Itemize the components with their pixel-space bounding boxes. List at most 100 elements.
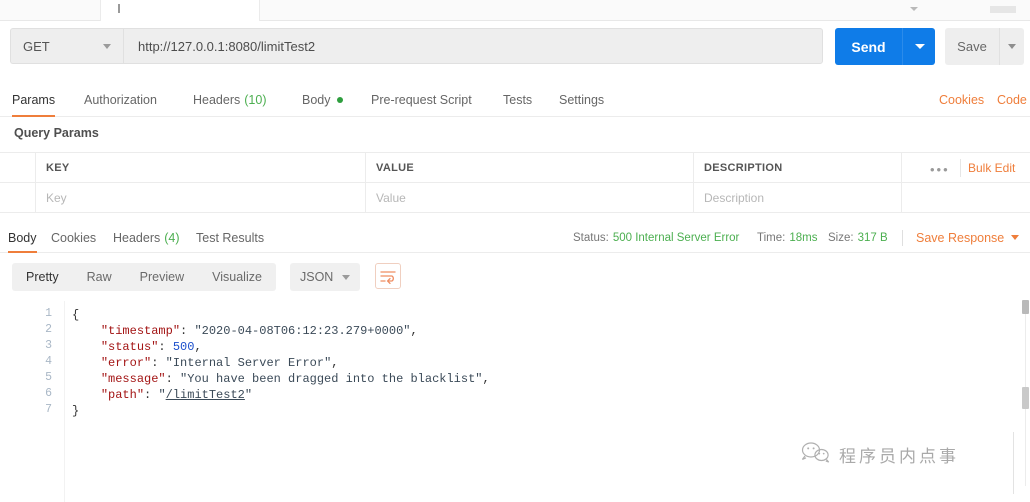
http-method-label: GET (23, 38, 50, 54)
view-mode-pretty[interactable]: Pretty (12, 263, 73, 291)
watermark: 程序员内点事 (800, 440, 959, 469)
response-tab-headers[interactable]: Headers (4) (113, 222, 180, 253)
active-tab-underline (12, 115, 56, 117)
request-tab-stub[interactable] (100, 0, 260, 21)
json-body-lines: { "timestamp": "2020-04-08T06:12:23.279+… (72, 301, 1030, 502)
scrollbar-thumb-secondary[interactable] (1022, 387, 1029, 409)
query-params-table: KEY VALUE DESCRIPTION ••• Bulk Edit Key … (0, 152, 1030, 213)
response-tab-cookies[interactable]: Cookies (51, 222, 96, 253)
table-row[interactable]: Key Value Description (0, 182, 1030, 213)
view-mode-raw[interactable]: Raw (73, 263, 126, 291)
json-line: "path": "/limitTest2" (100, 388, 253, 402)
chevron-down-icon (342, 275, 350, 280)
response-tab-body-label: Body (8, 230, 37, 245)
select-all-cell[interactable] (0, 153, 36, 183)
divider (0, 212, 1030, 213)
watermark-divider (1013, 432, 1014, 494)
divider (960, 159, 961, 177)
chevron-down-icon[interactable] (910, 7, 918, 11)
value-input[interactable]: Value (366, 183, 694, 213)
toolbar-stub (990, 6, 1016, 13)
tab-headers-label: Headers (193, 92, 241, 107)
response-body-code[interactable]: 1 2 3 4 5 6 7 { "timestamp": "2020-04-08… (0, 301, 1030, 502)
scrollbar-thumb[interactable] (1022, 300, 1029, 314)
divider (902, 230, 903, 246)
line-number: 4 (45, 355, 52, 368)
unsaved-dot-icon (118, 4, 120, 13)
word-wrap-icon[interactable] (375, 263, 401, 289)
more-options-icon[interactable]: ••• (930, 162, 950, 177)
tab-headers-count: (10) (244, 92, 267, 107)
response-tab-body[interactable]: Body (8, 222, 37, 253)
column-header-description: DESCRIPTION (694, 153, 902, 183)
json-line: "message": "You have been dragged into t… (100, 372, 490, 386)
response-tab-test-results[interactable]: Test Results (196, 222, 264, 253)
description-input[interactable]: Description (694, 183, 902, 213)
json-line: "status": 500, (100, 340, 202, 354)
chevron-down-icon (103, 44, 111, 49)
tab-tests-label: Tests (503, 92, 533, 107)
chevron-down-icon (915, 44, 925, 49)
view-mode-visualize[interactable]: Visualize (198, 263, 276, 291)
json-line: "error": "Internal Server Error", (100, 356, 339, 370)
json-line: } (72, 404, 80, 418)
response-format-select[interactable]: JSON (290, 263, 360, 291)
status-meta: Status: 500 Internal Server Error (573, 222, 739, 253)
http-method-select[interactable]: GET (10, 28, 123, 64)
tab-authorization[interactable]: Authorization (84, 82, 157, 117)
size-value: 317 B (857, 231, 888, 244)
status-value: 500 Internal Server Error (612, 231, 740, 244)
save-response-button[interactable]: Save Response (916, 222, 1004, 253)
response-tab-test-results-label: Test Results (196, 230, 265, 245)
response-format-value: JSON (300, 270, 334, 284)
save-button[interactable]: Save (945, 28, 999, 65)
row-checkbox-cell[interactable] (0, 183, 36, 213)
size-meta: Size: 317 B (828, 222, 888, 253)
time-meta: Time: 18ms (757, 222, 817, 253)
body-present-dot-icon (336, 96, 343, 103)
line-number-gutter: 1 2 3 4 5 6 7 (0, 301, 64, 502)
url-value: http://127.0.0.1:8080/limitTest2 (138, 38, 316, 54)
line-number: 5 (45, 371, 52, 384)
response-tabs: Body Cookies Headers (4) Test Results St… (0, 222, 1030, 253)
wechat-icon (800, 440, 830, 469)
request-tabs: Params Authorization Headers (10) Body P… (0, 82, 1030, 117)
line-number: 6 (45, 387, 52, 400)
response-tab-headers-count: (4) (164, 230, 180, 245)
send-options-button[interactable] (902, 28, 935, 65)
response-tab-headers-label: Headers (113, 230, 161, 245)
url-input[interactable]: http://127.0.0.1:8080/limitTest2 (123, 28, 823, 64)
cookies-link[interactable]: Cookies (939, 82, 984, 117)
postman-window: GET http://127.0.0.1:8080/limitTest2 Sen… (0, 0, 1030, 502)
line-number: 2 (45, 323, 52, 336)
tab-params[interactable]: Params (12, 82, 56, 117)
code-link[interactable]: Code (997, 82, 1027, 117)
tab-params-label: Params (12, 92, 56, 107)
json-line: "timestamp": "2020-04-08T06:12:23.279+00… (100, 324, 418, 338)
line-number: 7 (45, 403, 52, 416)
tab-authorization-label: Authorization (84, 92, 157, 107)
view-mode-preview[interactable]: Preview (126, 263, 198, 291)
tab-settings[interactable]: Settings (559, 82, 604, 117)
query-params-title: Query Params (14, 126, 99, 140)
vertical-scrollbar[interactable] (1021, 297, 1030, 502)
response-tab-cookies-label: Cookies (51, 230, 97, 245)
send-button[interactable]: Send (835, 28, 902, 65)
tab-tests[interactable]: Tests (503, 82, 532, 117)
response-body-toolbar: Pretty Raw Preview Visualize JSON (0, 253, 1030, 301)
tab-pre-request-script[interactable]: Pre-request Script (371, 82, 472, 117)
key-input[interactable]: Key (36, 183, 366, 213)
bulk-edit-button[interactable]: Bulk Edit (968, 153, 1015, 183)
tab-body-label: Body (302, 92, 331, 107)
chevron-down-icon[interactable] (1011, 235, 1019, 240)
tab-headers[interactable]: Headers (10) (193, 82, 266, 117)
save-options-button[interactable] (999, 28, 1024, 65)
table-header-row: KEY VALUE DESCRIPTION ••• Bulk Edit (0, 152, 1030, 183)
tab-body[interactable]: Body (302, 82, 343, 117)
tab-pre-request-script-label: Pre-request Script (371, 92, 472, 107)
json-line: { (72, 308, 80, 322)
column-header-value: VALUE (366, 153, 694, 183)
tab-bar-strip (0, 0, 1030, 21)
chevron-down-icon (1008, 44, 1016, 49)
line-number: 3 (45, 339, 52, 352)
